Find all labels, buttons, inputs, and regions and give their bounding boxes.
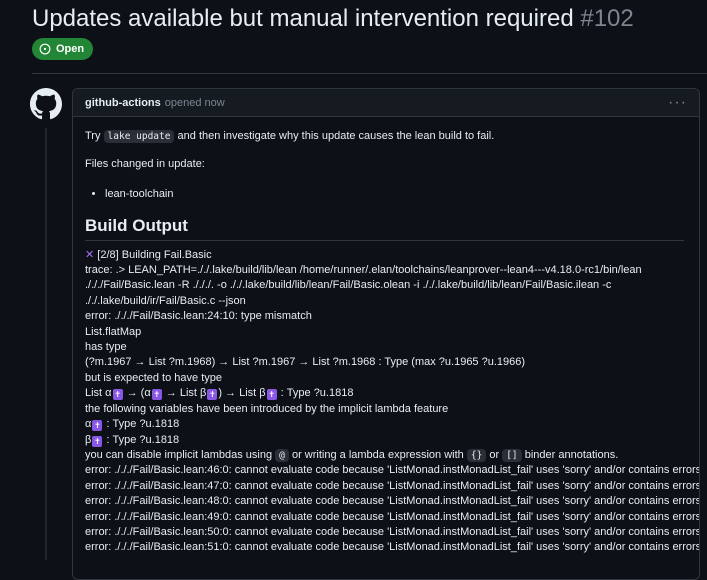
log-fragment: : Type ?u.1818 xyxy=(106,433,180,446)
log-fragment: List α xyxy=(85,387,112,400)
log-fragment: → (α xyxy=(126,387,151,400)
issue-title: Updates available but manual interventio… xyxy=(32,4,634,34)
inline-code: {} xyxy=(466,448,487,462)
issue-number: #102 xyxy=(580,5,634,32)
log-fragment: ) → List β xyxy=(218,387,266,400)
timeline-line xyxy=(45,128,47,560)
comment-header: github-actions opened now ··· xyxy=(73,89,699,117)
intro-text-after: and then investigate why this update cau… xyxy=(177,130,495,142)
log-fragment: binder annotations. xyxy=(524,448,619,461)
log-line: error: ./././Fail/Basic.lean:49:0: canno… xyxy=(85,510,700,523)
implicit-marker-badge: ✝ xyxy=(92,435,103,447)
build-log: ✕ [2/8] Building Fail.Basic trace: .> LE… xyxy=(85,248,700,556)
log-line: error: ./././Fail/Basic.lean:47:0: canno… xyxy=(85,479,700,492)
log-building-text: [2/8] Building Fail.Basic xyxy=(97,248,212,261)
log-fragment: β xyxy=(85,433,92,446)
implicit-marker-badge: ✝ xyxy=(151,389,162,401)
status-badge: Open xyxy=(32,38,94,60)
issue-opened-icon xyxy=(39,43,51,55)
files-label: Files changed in update: xyxy=(85,158,205,171)
log-fragment: you can disable implicit lambdas using xyxy=(85,448,273,461)
log-line: error: ./././Fail/Basic.lean:46:0: canno… xyxy=(85,464,700,477)
status-label: Open xyxy=(56,43,85,55)
log-line: (?m.1967 → List ?m.1968) → List ?m.1967 … xyxy=(85,356,526,369)
implicit-marker-badge: ✝ xyxy=(266,389,277,401)
header-divider xyxy=(32,73,707,74)
log-fragment: → List β xyxy=(165,387,207,400)
log-line: you can disable implicit lambdas using @… xyxy=(85,448,687,463)
inline-code: @ xyxy=(275,448,289,462)
log-line: ./././Fail/Basic.lean -R ./././. -o ././… xyxy=(85,279,612,292)
log-line: error: ./././Fail/Basic.lean:50:0: canno… xyxy=(85,525,700,538)
log-line: but is expected to have type xyxy=(85,371,222,384)
log-line: the following variables have been introd… xyxy=(85,402,449,415)
intro-paragraph: Try lake update and then investigate why… xyxy=(85,129,687,144)
log-line: ././.lake/build/ir/Fail/Basic.c --json xyxy=(85,294,246,307)
log-line: error: ./././Fail/Basic.lean:48:0: canno… xyxy=(85,495,700,508)
log-line: error: ./././Fail/Basic.lean:51:0: canno… xyxy=(85,541,700,554)
log-fragment: or writing a lambda expression with xyxy=(291,448,464,461)
comment-author-link[interactable]: github-actions xyxy=(85,97,161,109)
issue-title-text: Updates available but manual interventio… xyxy=(32,5,574,32)
comment-body: Try lake update and then investigate why… xyxy=(73,117,699,556)
log-fragment: : Type ?u.1818 xyxy=(280,387,354,400)
build-output-heading: Build Output xyxy=(85,217,684,241)
implicit-marker-badge: ✝ xyxy=(92,420,103,432)
list-item: lean-toolchain xyxy=(105,187,687,202)
log-line: error: ./././Fail/Basic.lean:24:10: type… xyxy=(85,310,312,323)
inline-code: [] xyxy=(502,448,522,462)
kebab-horizontal-icon[interactable]: ··· xyxy=(668,94,687,110)
log-line: β ✝ : Type ?u.1818 xyxy=(85,433,687,448)
log-line: has type xyxy=(85,341,127,354)
issue-comment: github-actions opened now ··· Try lake u… xyxy=(72,88,700,580)
implicit-marker-badge: ✝ xyxy=(112,389,123,401)
log-line: trace: .> LEAN_PATH=././.lake/build/lib/… xyxy=(85,264,642,277)
log-line: List α ✝ → (α ✝ → List β ✝) → List β ✝ : Typ… xyxy=(85,386,687,401)
log-fragment: or xyxy=(489,448,500,461)
x-icon: ✕ xyxy=(85,248,95,261)
files-list: lean-toolchain xyxy=(85,187,687,202)
log-fragment: : Type ?u.1818 xyxy=(106,418,180,431)
intro-text-before: Try xyxy=(85,130,101,142)
log-fragment: α xyxy=(85,418,92,431)
github-mark-icon xyxy=(30,88,62,120)
implicit-marker-badge: ✝ xyxy=(207,389,218,401)
log-building-line: ✕ [2/8] Building Fail.Basic xyxy=(85,248,687,263)
log-line: α ✝ : Type ?u.1818 xyxy=(85,417,687,432)
log-line: List.flatMap xyxy=(85,325,142,338)
comment-timestamp[interactable]: opened now xyxy=(165,97,225,109)
avatar[interactable] xyxy=(30,88,62,120)
inline-code-lake-update: lake update xyxy=(103,130,175,143)
